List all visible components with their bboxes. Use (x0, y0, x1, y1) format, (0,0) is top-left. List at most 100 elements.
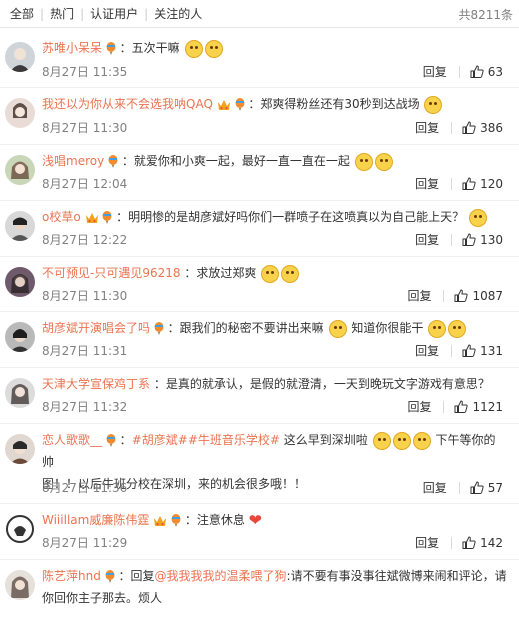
comment-actions: 回复 57 (423, 479, 503, 496)
comment-text: ：求放过郑爽 (184, 266, 257, 280)
reply-button[interactable]: 回复 (415, 231, 439, 248)
comment-time: 8月27日 11:32 (42, 400, 128, 414)
action-divider (451, 121, 453, 134)
comment-username[interactable]: o校草o (42, 210, 81, 224)
comment-text-continued: 你回你主子那去。烦人 (42, 591, 163, 605)
comment-item: 胡彦斌开演唱会了吗 ：跟我们的秘密不要讲出来嘛 知道你很能干 8月27日 11:… (0, 312, 519, 368)
comment-username[interactable]: Wiiillam威廉陈伟霆 (42, 513, 149, 527)
comment-username[interactable]: 恋人歌歌__ (42, 433, 102, 447)
comment-username[interactable]: 天津大学宣保鸡丁系 (42, 377, 150, 391)
comment-username[interactable]: 苏唯小呆呆 (42, 41, 102, 55)
like-button[interactable]: 131 (462, 344, 503, 358)
comment-body: 胡彦斌开演唱会了吗 ：跟我们的秘密不要讲出来嘛 知道你很能干 (42, 317, 507, 339)
thumb-up-icon (462, 177, 476, 190)
face-emoji-icon (469, 208, 488, 227)
topic-link[interactable]: #胡彦斌# (132, 433, 188, 447)
face-emoji-icon (392, 431, 411, 450)
comment-time: 8月27日 11:36 (42, 481, 128, 495)
tab-hot[interactable]: 热门 (44, 5, 80, 22)
reply-button[interactable]: 回复 (407, 398, 431, 415)
comment-username[interactable]: 浅唱meroy (42, 154, 104, 168)
comment-time: 8月27日 12:04 (42, 177, 128, 191)
face-emoji-icon (261, 264, 280, 283)
balloon-icon (154, 321, 164, 335)
comment-time: 8月27日 12:22 (42, 233, 128, 247)
comment-actions: 回复 386 (415, 119, 503, 136)
comment-body: 苏唯小呆呆 ：五次干嘛 (42, 37, 507, 59)
like-button[interactable]: 57 (470, 481, 503, 495)
face-emoji-icon (354, 152, 373, 171)
topic-link[interactable]: #牛班音乐学校# (188, 433, 280, 447)
comment-username[interactable]: 不可预见-只可遇见96218 (42, 266, 181, 280)
comment-text: ：明明惨的是胡彦斌好吗你们一群喷子在这喷真以为自己能上天？ (116, 210, 465, 224)
like-button[interactable]: 1121 (454, 400, 503, 414)
comment-actions: 回复 1087 (407, 287, 503, 304)
face-emoji-icon (448, 319, 467, 338)
thumb-up-icon (470, 65, 484, 78)
avatar[interactable] (5, 155, 35, 185)
like-button[interactable]: 386 (462, 121, 503, 135)
reply-button[interactable]: 回复 (415, 175, 439, 192)
tab-all[interactable]: 全部 (4, 5, 40, 22)
face-emoji-icon (372, 431, 391, 450)
comment-total-count: 共8211条 (458, 8, 513, 22)
action-divider (451, 177, 453, 190)
avatar[interactable] (5, 514, 35, 544)
like-button[interactable]: 142 (462, 536, 503, 550)
like-button[interactable]: 120 (462, 177, 503, 191)
crown-icon (154, 515, 167, 526)
avatar[interactable] (5, 434, 35, 464)
mention-link[interactable]: @我我我我的温柔喂了狗 (155, 569, 287, 583)
comment-item: 不可预见-只可遇见96218 ：求放过郑爽 8月27日 11:30 回复 108… (0, 257, 519, 312)
comment-item: o校草o ：明明惨的是胡彦斌好吗你们一群喷子在这喷真以为自己能上天？ 8月27日… (0, 201, 519, 257)
reply-button[interactable]: 回复 (415, 342, 439, 359)
thumb-up-icon (462, 536, 476, 549)
like-count: 63 (487, 64, 503, 79)
avatar[interactable] (5, 42, 35, 72)
avatar[interactable] (5, 267, 35, 297)
comment-username[interactable]: 陈艺萍hnd (42, 569, 101, 583)
avatar[interactable] (5, 378, 35, 408)
comment-text: ：回复 (118, 569, 155, 583)
comment-username[interactable]: 胡彦斌开演唱会了吗 (42, 321, 150, 335)
like-button[interactable]: 1087 (454, 289, 503, 303)
like-button[interactable]: 130 (462, 233, 503, 247)
face-emoji-icon (412, 431, 431, 450)
tab-following[interactable]: 关注的人 (148, 5, 208, 22)
reply-button[interactable]: 回复 (423, 63, 447, 80)
tab-verified-users[interactable]: 认证用户 (84, 5, 144, 22)
reply-button[interactable]: 回复 (415, 534, 439, 551)
comment-body: 陈艺萍hnd ：回复@我我我我的温柔喂了狗:请不要有事没事往斌微博来闹和评论，请… (42, 565, 507, 609)
comment-item: Wiiillam威廉陈伟霆 ：注意休息 ❤ 8月27日 11:29 回复 142 (0, 504, 519, 560)
action-divider (451, 233, 453, 246)
reply-button[interactable]: 回复 (423, 479, 447, 496)
balloon-icon (171, 513, 181, 527)
avatar[interactable] (5, 570, 35, 600)
comment-item: 我还以为你从来不会选我呐QAQ ：郑爽得粉丝还有30秒到达战场 8月27日 11… (0, 88, 519, 145)
balloon-icon (105, 569, 115, 583)
comment-text: ：五次干嘛 (119, 41, 180, 55)
comment-text: ：就爱你和小爽一起，最好一直一直在一起 (121, 154, 350, 168)
comment-actions: 回复 131 (415, 342, 503, 359)
comment-item: 恋人歌歌__ ：#胡彦斌##牛班音乐学校# 这么早到深圳啦 下午等你的帅 图！！… (0, 424, 519, 504)
crown-icon (85, 212, 98, 223)
action-divider (443, 400, 445, 413)
like-button[interactable]: 63 (470, 65, 503, 79)
avatar[interactable] (5, 98, 35, 128)
thumb-up-icon (454, 289, 469, 302)
comment-body: Wiiillam威廉陈伟霆 ：注意休息 ❤ (42, 509, 507, 532)
comment-item: 浅唱meroy ：就爱你和小爽一起，最好一直一直在一起 8月27日 12:04 … (0, 145, 519, 201)
comment-time: 8月27日 11:30 (42, 289, 128, 303)
like-count: 57 (487, 480, 503, 495)
comment-list: 苏唯小呆呆 ：五次干嘛 8月27日 11:35 回复 63 我还以为你从来不会选… (0, 28, 519, 620)
comment-username[interactable]: 我还以为你从来不会选我呐QAQ (42, 97, 213, 111)
comment-time: 8月27日 11:29 (42, 536, 128, 550)
heart-icon: ❤ (248, 510, 263, 530)
reply-button[interactable]: 回复 (407, 287, 431, 304)
avatar[interactable] (5, 322, 35, 352)
comment-item: 陈艺萍hnd ：回复@我我我我的温柔喂了狗:请不要有事没事往斌微博来闹和评论，请… (0, 560, 519, 620)
balloon-icon (108, 154, 118, 168)
comment-body: 天津大学宣保鸡丁系 ：是真的就承认，是假的就澄清，一天到晚玩文字游戏有意思？ (42, 373, 507, 395)
avatar[interactable] (5, 211, 35, 241)
reply-button[interactable]: 回复 (415, 119, 439, 136)
